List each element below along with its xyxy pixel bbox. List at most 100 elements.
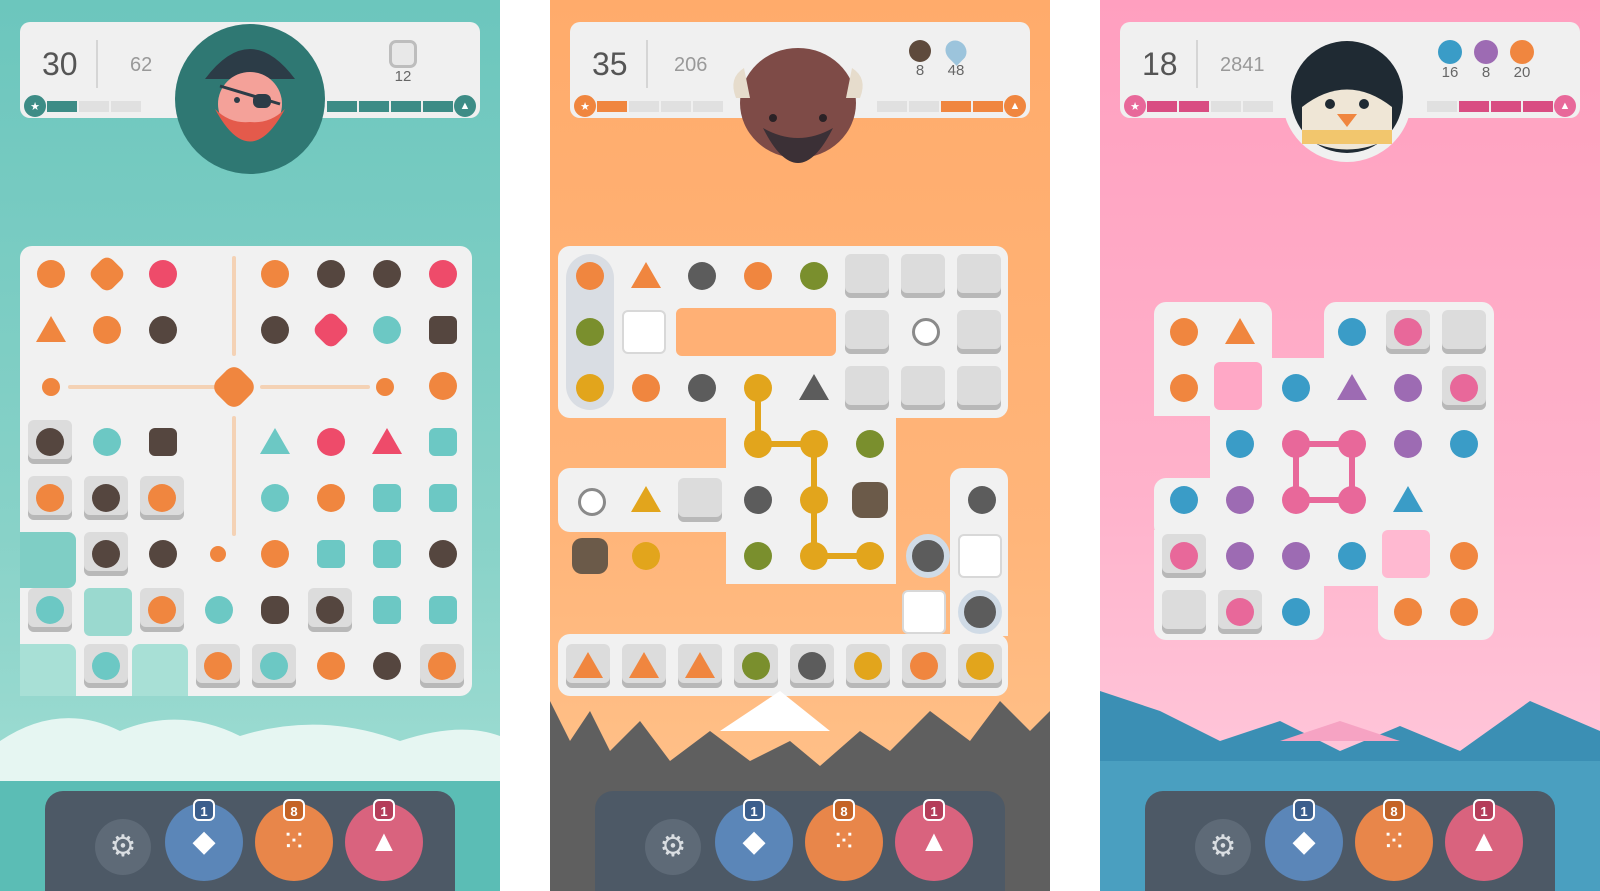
expander-booster-button[interactable]: ⁙ 8 (805, 799, 883, 881)
ice-block[interactable] (1218, 590, 1262, 634)
dot[interactable] (261, 540, 289, 568)
shuffle-booster-button[interactable]: ▲ 1 (1445, 799, 1523, 881)
dot[interactable] (429, 540, 457, 568)
bubble-dot[interactable] (958, 590, 1002, 634)
eraser-booster-button[interactable]: ◆ 1 (165, 799, 243, 881)
dot[interactable] (373, 260, 401, 288)
ice-block[interactable] (420, 644, 464, 688)
dot[interactable] (800, 486, 828, 514)
turtle-dot[interactable] (852, 482, 888, 518)
vine-node[interactable] (373, 540, 401, 568)
expander-dot[interactable] (209, 362, 259, 412)
anchor-triangle[interactable] (1393, 486, 1423, 512)
vine-node[interactable] (373, 596, 401, 624)
ice-block[interactable] (84, 532, 128, 576)
settings-gear-icon[interactable]: ⚙ (95, 819, 151, 875)
dot[interactable] (1450, 542, 1478, 570)
vine-node[interactable] (317, 540, 345, 568)
settings-gear-icon[interactable]: ⚙ (645, 819, 701, 875)
ice-block[interactable] (28, 476, 72, 520)
ice-block[interactable] (140, 588, 184, 632)
expander-booster-button[interactable]: ⁙ 8 (255, 799, 333, 881)
dot[interactable] (800, 542, 828, 570)
dot[interactable] (261, 484, 289, 512)
turtle-dot[interactable] (572, 538, 608, 574)
vine-node[interactable] (429, 428, 457, 456)
bomb-dot[interactable] (261, 596, 289, 624)
vine-node[interactable] (429, 596, 457, 624)
settings-gear-icon[interactable]: ⚙ (1195, 819, 1251, 875)
dot[interactable] (93, 428, 121, 456)
bomb-dot[interactable] (311, 310, 351, 350)
dot[interactable] (429, 260, 457, 288)
shuffle-booster-button[interactable]: ▲ 1 (345, 799, 423, 881)
vine-node[interactable] (429, 484, 457, 512)
dot[interactable] (1282, 430, 1310, 458)
ice-block[interactable] (84, 476, 128, 520)
dot[interactable] (373, 316, 401, 344)
dot[interactable] (744, 486, 772, 514)
shuffle-booster-button[interactable]: ▲ 1 (895, 799, 973, 881)
dot[interactable] (205, 596, 233, 624)
anchor-triangle[interactable] (631, 486, 661, 512)
nesting-dot[interactable] (149, 428, 177, 456)
dot[interactable] (210, 546, 226, 562)
dot[interactable] (429, 372, 457, 400)
dot[interactable] (1394, 598, 1422, 626)
stone-block[interactable] (678, 478, 722, 522)
expander-booster-button[interactable]: ⁙ 8 (1355, 799, 1433, 881)
eraser-booster-button[interactable]: ◆ 1 (1265, 799, 1343, 881)
vine-node[interactable] (373, 484, 401, 512)
ice-block[interactable] (84, 644, 128, 688)
dot[interactable] (1226, 542, 1254, 570)
dot[interactable] (744, 430, 772, 458)
dot[interactable] (149, 540, 177, 568)
dot[interactable] (1450, 430, 1478, 458)
dot[interactable] (856, 542, 884, 570)
nesting-dot[interactable] (429, 316, 457, 344)
dot[interactable] (800, 430, 828, 458)
dot[interactable] (149, 316, 177, 344)
dot[interactable] (373, 652, 401, 680)
bubble-dot[interactable] (906, 534, 950, 578)
anchor-triangle[interactable] (260, 428, 290, 454)
dot[interactable] (317, 260, 345, 288)
dot[interactable] (856, 430, 884, 458)
ice-block[interactable] (140, 476, 184, 520)
dot[interactable] (317, 652, 345, 680)
eraser-booster-button[interactable]: ◆ 1 (715, 799, 793, 881)
ice-block[interactable] (1162, 534, 1206, 578)
dot[interactable] (968, 486, 996, 514)
dot[interactable] (317, 428, 345, 456)
ice-block[interactable] (308, 588, 352, 632)
dot[interactable] (149, 260, 177, 288)
dot[interactable] (42, 378, 60, 396)
dot[interactable] (1450, 598, 1478, 626)
dot[interactable] (744, 542, 772, 570)
dot[interactable] (1282, 598, 1310, 626)
ice-block[interactable] (28, 420, 72, 464)
stone-block[interactable] (1162, 590, 1206, 634)
dot[interactable] (376, 378, 394, 396)
dot[interactable] (37, 260, 65, 288)
ice-block[interactable] (196, 644, 240, 688)
ice-block[interactable] (28, 588, 72, 632)
dot[interactable] (261, 260, 289, 288)
dot[interactable] (1226, 430, 1254, 458)
bomb-dot[interactable] (87, 254, 127, 294)
dot[interactable] (93, 316, 121, 344)
anchor-triangle[interactable] (36, 316, 66, 342)
dot[interactable] (1282, 486, 1310, 514)
dot[interactable] (1282, 542, 1310, 570)
dot[interactable] (1170, 486, 1198, 514)
dot[interactable] (1338, 430, 1366, 458)
dot[interactable] (1338, 542, 1366, 570)
anchor-triangle[interactable] (372, 428, 402, 454)
dot[interactable] (1226, 486, 1254, 514)
ring-dot[interactable] (578, 488, 606, 516)
dot[interactable] (1394, 430, 1422, 458)
dot[interactable] (317, 484, 345, 512)
dot[interactable] (261, 316, 289, 344)
dot[interactable] (1338, 486, 1366, 514)
dot[interactable] (632, 542, 660, 570)
